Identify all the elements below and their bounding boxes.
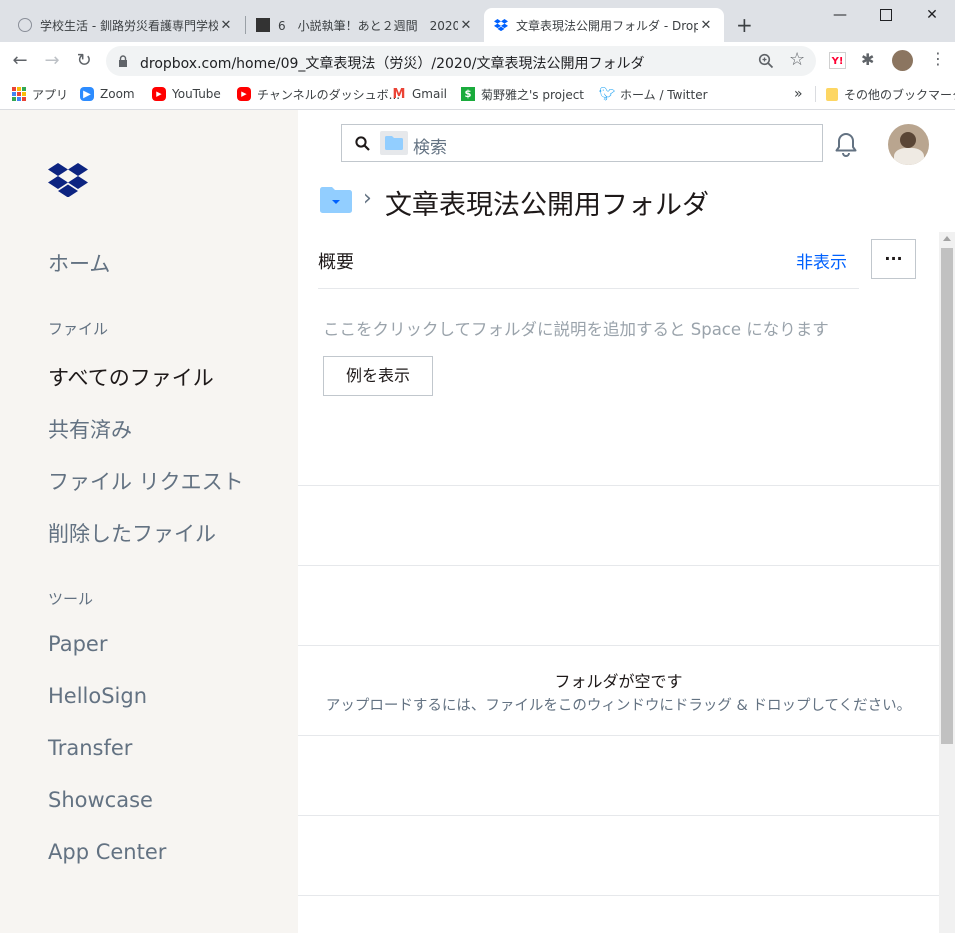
sidebar-item-deleted-files[interactable]: 削除したファイル — [48, 518, 216, 548]
youtube-icon: ▶ — [152, 87, 166, 101]
empty-folder-subtitle: アップロードするには、ファイルをこのウィンドウにドラッグ & ドロップしてくださ… — [325, 698, 912, 714]
minimize-icon[interactable]: — — [817, 0, 863, 30]
row-divider — [298, 895, 939, 896]
row-divider — [298, 485, 939, 486]
sidebar-item-all-files[interactable]: すべてのファイル — [48, 362, 214, 392]
tab-school-life[interactable]: 学校生活 - 釧路労災看護専門学校 ✕ — [8, 8, 244, 42]
profile-avatar[interactable] — [892, 50, 913, 71]
bookmark-gmail[interactable]: M Gmail — [392, 85, 447, 103]
sidebar: ホーム ファイル すべてのファイル 共有済み ファイル リクエスト 削除したファ… — [0, 110, 298, 933]
bookmarks-overflow-icon[interactable]: » — [794, 85, 803, 103]
tab-dropbox[interactable]: 文章表現法公開用フォルダ - Dropbox ✕ — [484, 8, 724, 42]
chrome-menu-icon[interactable]: ⋮ — [930, 49, 946, 68]
browser-toolbar: ← → ↻ dropbox.com/home/09_文章表現法（労災）/2020… — [0, 42, 955, 79]
scope-chip[interactable] — [380, 131, 408, 155]
search-box[interactable]: 検索 — [341, 124, 823, 162]
extensions-puzzle-icon[interactable]: ✱ — [861, 50, 874, 69]
new-tab-icon[interactable]: + — [736, 13, 753, 37]
bookmark-label: 菊野雅之's project — [481, 87, 585, 102]
sidebar-heading-tools: ツール — [48, 590, 94, 608]
apps-grid-icon — [12, 87, 26, 101]
scrollbar-thumb[interactable] — [941, 248, 953, 744]
bookmark-label: Gmail — [412, 87, 448, 101]
bookmark-label: ホーム / Twitter — [620, 87, 708, 102]
browser-tab-strip: 学校生活 - 釧路労災看護専門学校 ✕ 6 小説執筆！あと２週間 2020 ✕ … — [0, 0, 955, 42]
folder-icon — [385, 136, 403, 150]
overview-divider — [318, 288, 859, 289]
folder-description-placeholder[interactable]: ここをクリックしてフォルダに説明を追加すると Space になります — [323, 316, 829, 340]
close-tab-icon[interactable]: ✕ — [698, 18, 714, 33]
hide-overview-link[interactable]: 非表示 — [796, 248, 847, 273]
school-favicon-icon — [18, 18, 32, 32]
reload-icon[interactable]: ↻ — [74, 51, 94, 71]
tab-title: 学校生活 - 釧路労災看護専門学校 — [40, 18, 218, 33]
sidebar-item-transfer[interactable]: Transfer — [48, 736, 132, 760]
breadcrumb-separator: › — [363, 186, 372, 211]
sidebar-item-paper[interactable]: Paper — [48, 632, 107, 656]
dropbox-logo-icon[interactable] — [48, 163, 88, 197]
avatar-body — [894, 148, 924, 165]
avatar-face — [900, 132, 916, 148]
twitter-icon: 🐦︎ — [598, 86, 616, 102]
empty-folder-title: フォルダが空です — [554, 672, 683, 691]
bookmarks-bar: アプリ ▶ Zoom ▶ YouTube ▶ チャンネルのダッシュボ... M … — [0, 79, 955, 110]
bookmark-zoom[interactable]: ▶ Zoom — [80, 85, 135, 103]
search-icon — [355, 136, 370, 151]
show-example-button[interactable]: 例を表示 — [323, 356, 433, 396]
sidebar-item-home[interactable]: ホーム — [48, 248, 110, 278]
sidebar-item-showcase[interactable]: Showcase — [48, 788, 153, 812]
image-favicon-icon — [256, 18, 270, 32]
sidebar-heading-files: ファイル — [48, 320, 109, 338]
sidebar-item-hellosign[interactable]: HelloSign — [48, 684, 147, 708]
address-bar[interactable]: dropbox.com/home/09_文章表現法（労災）/2020/文章表現法… — [106, 46, 816, 76]
bookmark-label: その他のブックマーク — [844, 87, 955, 102]
overview-label: 概要 — [318, 252, 354, 273]
bookmark-other[interactable]: その他のブックマーク — [826, 85, 955, 103]
project-icon: $ — [461, 87, 475, 101]
youtube-icon: ▶ — [237, 87, 251, 101]
bookmark-youtube[interactable]: ▶ YouTube — [152, 85, 221, 103]
folder-icon — [826, 87, 838, 101]
bookmark-youtube-dashboard[interactable]: ▶ チャンネルのダッシュボ... — [237, 85, 400, 103]
bookmark-label: アプリ — [32, 87, 69, 102]
bookmark-label: YouTube — [172, 87, 221, 101]
zoom-icon: ▶ — [80, 87, 94, 101]
sidebar-item-shared[interactable]: 共有済み — [48, 414, 132, 444]
bookmark-project[interactable]: $ 菊野雅之's project — [461, 85, 584, 103]
maximize-icon[interactable] — [863, 0, 909, 30]
back-icon[interactable]: ← — [10, 51, 30, 71]
notification-bell-icon[interactable] — [834, 131, 858, 157]
page-title: 文章表現法公開用フォルダ — [385, 190, 709, 221]
scroll-up-arrow-icon[interactable] — [943, 236, 951, 241]
lock-icon — [119, 55, 127, 67]
close-tab-icon[interactable]: ✕ — [218, 18, 234, 33]
forward-icon[interactable]: → — [42, 51, 62, 71]
zoom-magnifier-icon[interactable] — [758, 53, 774, 69]
sidebar-item-app-center[interactable]: App Center — [48, 840, 166, 864]
sidebar-item-file-requests[interactable]: ファイル リクエスト — [48, 466, 244, 496]
close-tab-icon[interactable]: ✕ — [458, 18, 474, 33]
search-placeholder: 検索 — [413, 138, 447, 158]
row-divider — [298, 815, 939, 816]
close-window-icon[interactable]: ✕ — [909, 0, 955, 30]
row-divider — [298, 735, 939, 736]
bookmark-twitter[interactable]: 🐦︎ ホーム / Twitter — [598, 85, 708, 103]
more-options-button[interactable]: ··· — [871, 239, 916, 279]
tab-title: 文章表現法公開用フォルダ - Dropbox — [516, 18, 698, 33]
bookmark-label: チャンネルのダッシュボ... — [257, 87, 401, 102]
bookmark-apps[interactable]: アプリ — [12, 85, 68, 103]
bookmark-star-icon[interactable]: ☆ — [789, 49, 805, 70]
tab-title: 6 小説執筆！あと２週間 2020 — [278, 18, 458, 33]
shared-folder-icon[interactable] — [320, 187, 352, 213]
bookmark-label: Zoom — [100, 87, 135, 101]
dropbox-favicon-icon — [494, 19, 508, 31]
url-text: dropbox.com/home/09_文章表現法（労災）/2020/文章表現法… — [140, 56, 645, 72]
tab-novel[interactable]: 6 小説執筆！あと２週間 2020 ✕ — [246, 8, 484, 42]
row-divider — [298, 565, 939, 566]
yahoo-extension-icon[interactable]: Y! — [829, 52, 846, 69]
user-avatar[interactable] — [888, 124, 929, 165]
bookmark-divider — [815, 86, 816, 102]
gmail-icon: M — [392, 86, 406, 102]
row-divider — [298, 645, 939, 646]
